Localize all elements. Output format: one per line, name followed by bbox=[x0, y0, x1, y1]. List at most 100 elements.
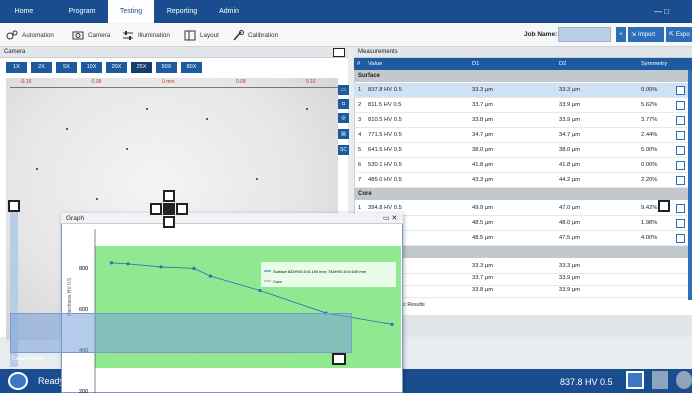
table-cell: 33.9 µm bbox=[559, 117, 581, 123]
col-d2[interactable]: D2 bbox=[559, 58, 566, 70]
data-point[interactable] bbox=[126, 262, 130, 266]
dock-navigator[interactable] bbox=[150, 190, 188, 228]
row-detail-icon[interactable] bbox=[676, 204, 685, 213]
calibration-button[interactable]: Calibration bbox=[232, 23, 278, 47]
dock-center-icon[interactable] bbox=[163, 203, 175, 215]
tab-image[interactable]: Image bbox=[31, 356, 45, 362]
camera-dock-icon[interactable] bbox=[333, 48, 345, 57]
tab-admin[interactable]: Admin bbox=[212, 0, 246, 23]
table-cell: 0.00% bbox=[641, 162, 658, 168]
group-header[interactable]: Core bbox=[354, 188, 688, 200]
dock-right-icon[interactable] bbox=[658, 200, 670, 212]
table-row[interactable]: 33.8 µm 33.9 µm bbox=[354, 283, 688, 298]
group-header[interactable]: Surface bbox=[354, 70, 688, 82]
data-point[interactable] bbox=[192, 266, 196, 270]
table-row[interactable]: 1 394.8 HV 0.5 49.9 µm 47.0 µm 9.42% bbox=[354, 201, 688, 216]
row-detail-icon[interactable] bbox=[676, 101, 685, 110]
table-cell: 38.0 µm bbox=[559, 147, 581, 153]
col-value[interactable]: Value bbox=[368, 58, 382, 70]
data-point[interactable] bbox=[258, 288, 262, 293]
table-cell: 4 bbox=[358, 132, 362, 138]
table-row[interactable]: 1 837.8 HV 0.5 33.3 µm 33.3 µm 0.00% bbox=[354, 83, 688, 98]
dock-left-icon[interactable] bbox=[8, 200, 20, 212]
table-row[interactable]: 2 811.5 HV 0.5 33.7 µm 33.9 µm 5.62% bbox=[354, 98, 688, 113]
table-row[interactable]: 5 641.5 HV 0.5 38.0 µm 38.0 µm 5.00% bbox=[354, 143, 688, 158]
zoom-80x-button[interactable]: 80X bbox=[181, 62, 202, 73]
zoom-25x-button[interactable]: 25X bbox=[131, 62, 152, 73]
col-symmetry[interactable]: Symmetry bbox=[641, 58, 667, 70]
app-logo-icon bbox=[8, 372, 28, 390]
job-name-label: Job Name: bbox=[524, 31, 558, 38]
row-detail-icon[interactable] bbox=[676, 116, 685, 125]
table-cell: 530.1 HV 0.5 bbox=[368, 162, 402, 168]
dock-bottom-icon[interactable] bbox=[163, 216, 175, 228]
table-row[interactable]: 6 530.1 HV 0.5 41.8 µm 41.8 µm 0.00% bbox=[354, 158, 688, 173]
zoom-50x-button[interactable]: 50X bbox=[156, 62, 177, 73]
calibration-label: Calibration bbox=[248, 31, 279, 39]
camera-panel-header bbox=[0, 47, 348, 58]
row-detail-icon[interactable] bbox=[676, 176, 685, 185]
table-cell: 44.2 µm bbox=[559, 177, 581, 183]
download-icon[interactable] bbox=[652, 371, 668, 389]
layout-button[interactable]: Layout bbox=[184, 23, 219, 47]
zoom-bar: 1X 2X 5X 10X 20X 25X 50X 80X bbox=[6, 62, 202, 73]
minimize-icon[interactable]: — bbox=[654, 7, 662, 16]
data-point[interactable] bbox=[390, 322, 394, 326]
col-index[interactable]: # bbox=[357, 58, 360, 70]
export-button[interactable]: ⇱ Expo bbox=[666, 27, 692, 42]
scale-ruler: -0.16 -0.08 0 mm 0.08 0.16 bbox=[10, 78, 338, 88]
tab-testing[interactable]: Testing bbox=[108, 0, 154, 23]
table-row[interactable]: 3 810.5 HV 0.5 33.8 µm 33.9 µm 3.77% bbox=[354, 113, 688, 128]
dock-top-icon[interactable] bbox=[163, 190, 175, 202]
row-detail-icon[interactable] bbox=[676, 131, 685, 140]
row-detail-icon[interactable] bbox=[676, 234, 685, 243]
zoom-5x-button[interactable]: 5X bbox=[56, 62, 77, 73]
row-detail-icon[interactable] bbox=[676, 146, 685, 155]
data-point[interactable] bbox=[208, 274, 213, 278]
graph-close-icon[interactable]: ▭ ✕ bbox=[383, 214, 397, 222]
dock-left-icon[interactable] bbox=[150, 203, 162, 215]
table-cell: 811.5 HV 0.5 bbox=[368, 102, 402, 108]
table-cell: 2.20% bbox=[641, 177, 658, 183]
zoom-20x-button[interactable]: 20X bbox=[106, 62, 127, 73]
add-job-button[interactable]: + bbox=[616, 27, 626, 42]
comment-icon[interactable]: ▤ bbox=[338, 129, 349, 139]
dock-bottom-icon[interactable] bbox=[332, 353, 346, 365]
table-row[interactable]: 48.5 µm 48.0 µm 1.98% bbox=[354, 216, 688, 231]
zoom-10x-button[interactable]: 10X bbox=[81, 62, 102, 73]
ruler-icon[interactable]: ▭ bbox=[338, 85, 349, 95]
import-button[interactable]: ⇲ Import bbox=[628, 27, 664, 42]
data-point[interactable] bbox=[159, 265, 163, 269]
col-d1[interactable]: D1 bbox=[472, 58, 479, 70]
group-header[interactable] bbox=[354, 246, 688, 258]
job-name-input[interactable] bbox=[558, 27, 611, 42]
maximize-icon[interactable]: □ bbox=[664, 7, 669, 16]
window-controls[interactable]: — □ bbox=[654, 7, 669, 16]
tab-camera[interactable]: Camera bbox=[12, 356, 30, 362]
camera-button[interactable]: Camera bbox=[72, 23, 110, 47]
table-cell: 47.5 µm bbox=[559, 235, 581, 241]
zoom-2x-button[interactable]: 2X bbox=[31, 62, 52, 73]
table-row[interactable]: 7 485.0 HV 0.5 43.3 µm 44.2 µm 2.20% bbox=[354, 173, 688, 188]
row-detail-icon[interactable] bbox=[676, 219, 685, 228]
pause-icon[interactable] bbox=[676, 371, 692, 389]
table-cell: 47.0 µm bbox=[559, 205, 581, 211]
table-row[interactable]: 48.5 µm 47.5 µm 4.00% bbox=[354, 231, 688, 246]
target-icon[interactable]: ◎ bbox=[338, 113, 349, 123]
tab-reporting[interactable]: Reporting bbox=[162, 0, 202, 23]
row-detail-icon[interactable] bbox=[676, 86, 685, 95]
automation-button[interactable]: Automation bbox=[6, 23, 54, 47]
tab-home[interactable]: Home bbox=[8, 0, 40, 23]
illumination-button[interactable]: Illumination bbox=[122, 23, 170, 47]
dock-right-icon[interactable] bbox=[176, 203, 188, 215]
measure-icon[interactable] bbox=[626, 371, 644, 389]
data-point[interactable] bbox=[109, 261, 114, 265]
scrollbar[interactable] bbox=[688, 70, 692, 300]
tab-program[interactable]: Program bbox=[62, 0, 102, 23]
plus-icon: + bbox=[619, 31, 623, 38]
snapshot-icon[interactable]: ◘ bbox=[338, 99, 349, 109]
sc-button[interactable]: SC bbox=[338, 145, 349, 155]
table-row[interactable]: 4 771.5 HV 0.5 34.7 µm 34.7 µm 2.44% bbox=[354, 128, 688, 143]
row-detail-icon[interactable] bbox=[676, 161, 685, 170]
zoom-1x-button[interactable]: 1X bbox=[6, 62, 27, 73]
